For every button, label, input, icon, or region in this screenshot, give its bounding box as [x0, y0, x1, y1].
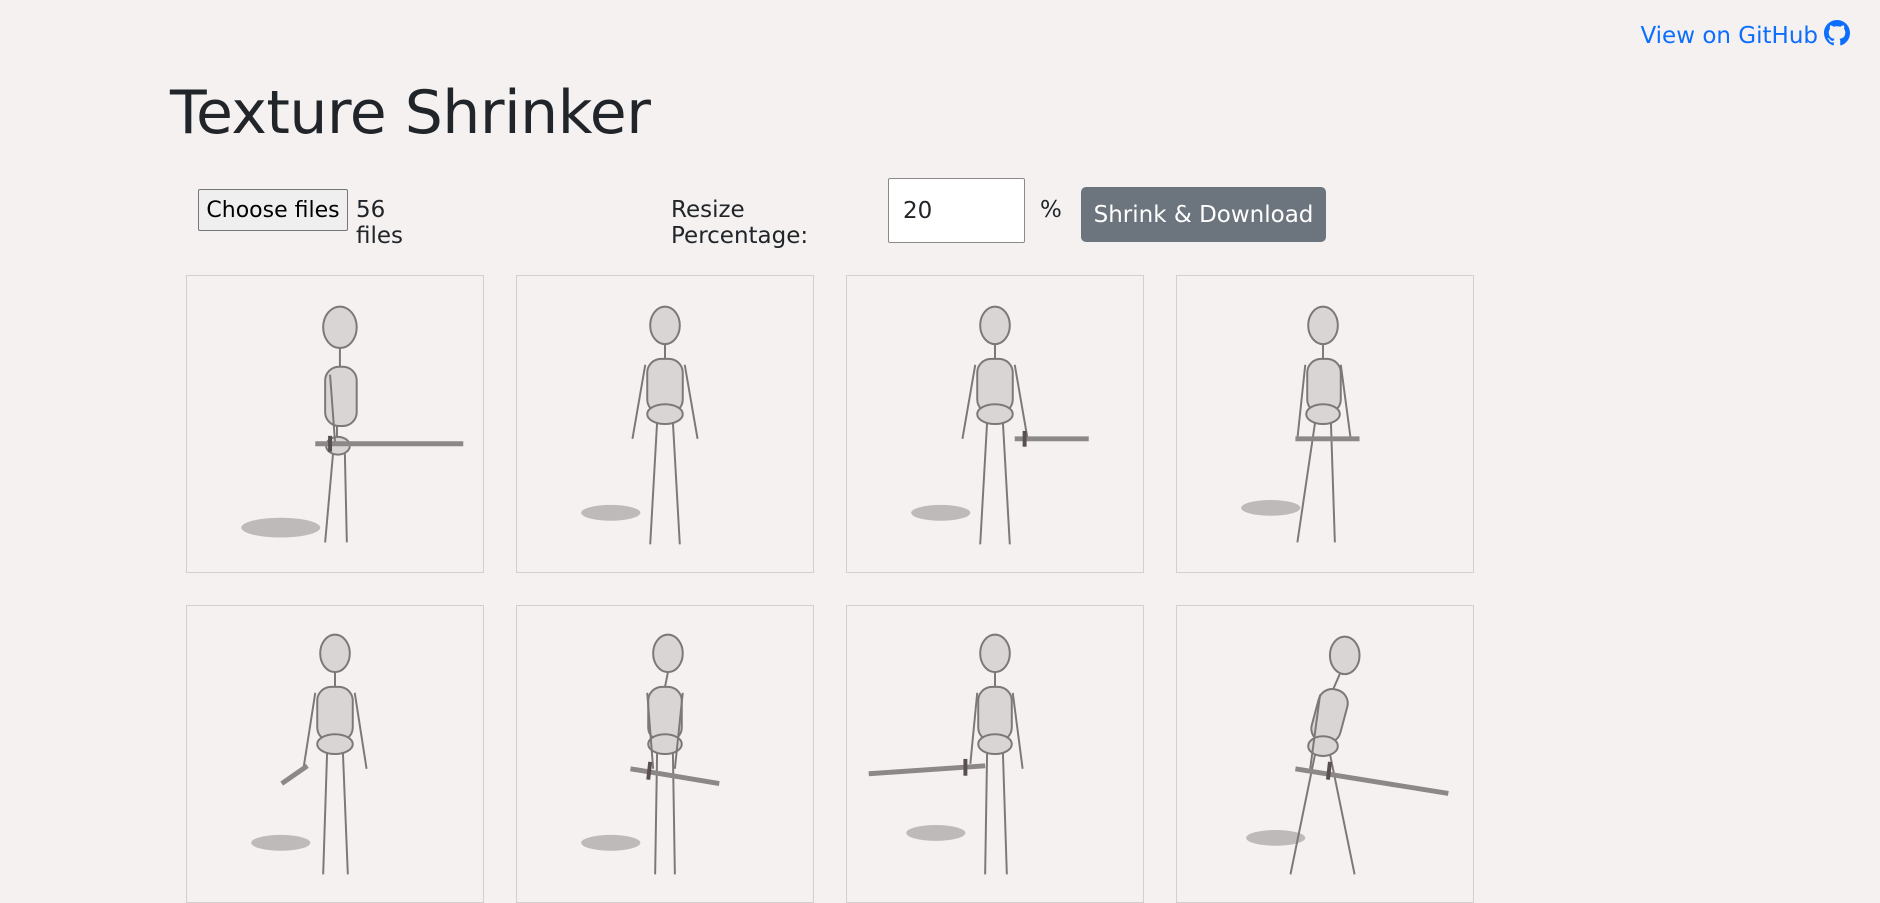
github-icon	[1824, 20, 1850, 52]
skeleton-image	[1246, 635, 1449, 875]
file-count: 56 files	[356, 197, 404, 249]
thumbnail-6[interactable]	[516, 605, 814, 903]
skeleton-image	[911, 305, 1089, 545]
skeleton-image	[251, 633, 368, 875]
thumbnail-5[interactable]	[186, 605, 484, 903]
thumbnail-8[interactable]	[1176, 605, 1474, 903]
choose-files-button[interactable]: Choose files	[198, 189, 348, 231]
percent-sign: %	[1040, 197, 1062, 223]
thumbnail-1[interactable]	[186, 275, 484, 573]
skeleton-image	[1241, 305, 1360, 543]
resize-percentage-label: Resize Percentage:	[671, 197, 809, 249]
thumbnail-4[interactable]	[1176, 275, 1474, 573]
thumbnail-3[interactable]	[846, 275, 1144, 573]
thumbnail-2[interactable]	[516, 275, 814, 573]
skeleton-image	[581, 633, 720, 875]
skeleton-image	[868, 633, 1024, 875]
skeleton-image	[241, 305, 464, 543]
page-title: Texture Shrinker	[170, 78, 651, 148]
shrink-download-button[interactable]: Shrink & Download	[1081, 187, 1326, 242]
skeleton-image	[581, 305, 699, 545]
thumbnail-7[interactable]	[846, 605, 1144, 903]
github-link[interactable]: View on GitHub	[1640, 20, 1850, 52]
github-link-label: View on GitHub	[1640, 23, 1818, 49]
resize-percentage-input[interactable]	[888, 178, 1025, 243]
